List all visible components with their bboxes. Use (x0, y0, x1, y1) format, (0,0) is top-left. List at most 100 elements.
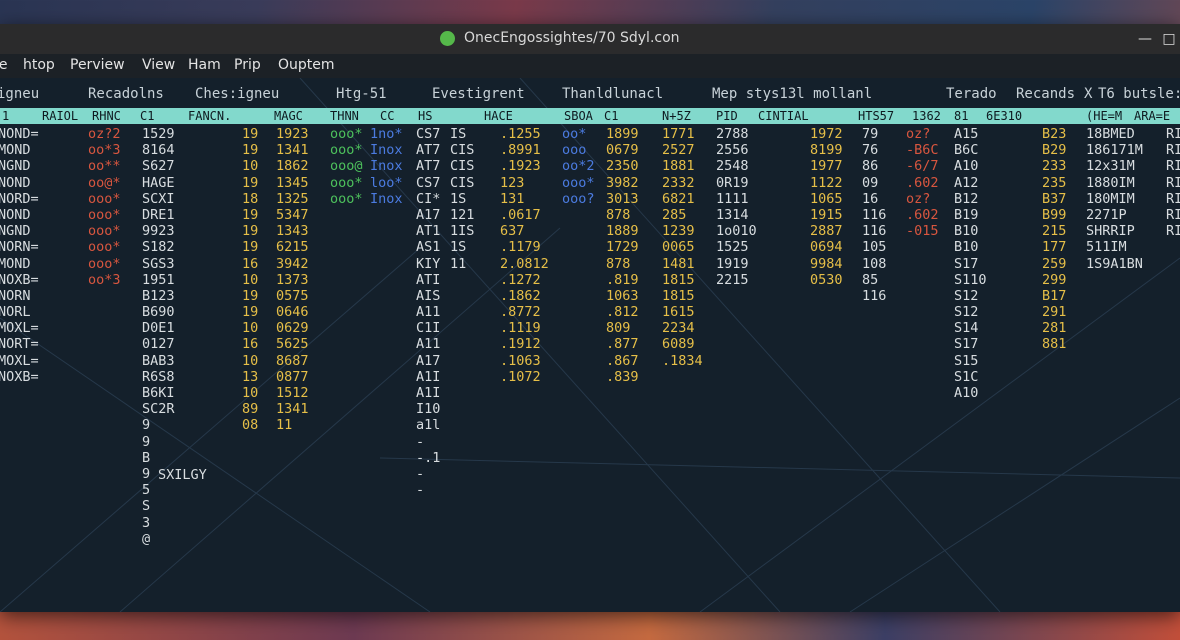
cell: 1889 (606, 223, 639, 240)
cell: NOXB= (0, 368, 39, 385)
cell: R6S8 (142, 368, 175, 385)
cell: C1I (416, 320, 441, 337)
column-header[interactable]: 81 (954, 109, 968, 123)
cell: 19 (242, 287, 259, 304)
cell: 1977 (810, 158, 843, 175)
cell: SHRRIP (1086, 223, 1135, 240)
column-header[interactable]: THNN (330, 109, 359, 123)
column-c1: 1899 0679 2350 3982 3013 878 1889 1729 878.819 10… (606, 126, 639, 385)
cell: B12 (954, 190, 979, 207)
column-header[interactable]: 1 (2, 109, 9, 123)
cell: .1923 (500, 158, 541, 175)
cell: 2788 (716, 126, 749, 142)
cell: 08 (242, 417, 259, 434)
minimize-icon[interactable]: — (1135, 29, 1155, 49)
column-header[interactable]: C1 (604, 109, 618, 123)
menu-htop[interactable]: htop (23, 57, 55, 73)
cell: 0127 (142, 336, 175, 353)
cell: A1I (416, 385, 441, 401)
cell: 5 (142, 482, 151, 499)
column-header[interactable]: RHNC (92, 109, 121, 123)
column-header[interactable]: 1362 (912, 109, 941, 123)
menu-prip[interactable]: Prip (234, 57, 261, 73)
cell: oz? (906, 190, 931, 207)
cell: .1072 (500, 368, 541, 385)
menu-perview[interactable]: Perview (70, 57, 125, 73)
cell: AIS (416, 287, 441, 304)
column-header[interactable]: N+5Z (662, 109, 691, 123)
menu-view[interactable]: View (142, 57, 175, 73)
cell: ooo (562, 142, 587, 159)
cell: .1179 (500, 239, 541, 256)
column-header[interactable]: (HE=M (1086, 109, 1122, 123)
cell: B (142, 449, 151, 466)
column-header[interactable]: ARA=E (1134, 109, 1170, 123)
column-cintial: 1972 8199 1977 1122 1065 1915 2887 0694 9984 0530 (810, 126, 843, 288)
column-header[interactable]: CINTIAL (758, 109, 809, 123)
column-header[interactable]: CC (380, 109, 394, 123)
cell: ooo* (88, 223, 121, 240)
menu-ham[interactable]: Ham (188, 57, 221, 73)
cell: B23 (1042, 126, 1067, 142)
terminal-view[interactable]: igneu Recadolns Ches:igneu Htg-51 Evesti… (0, 78, 1180, 612)
cell: CS7 (416, 174, 441, 191)
cell: 0065 (662, 239, 695, 256)
cell: 11 (276, 417, 293, 434)
cell: 1862 (276, 158, 309, 175)
column-header[interactable]: RAIOL (42, 109, 78, 123)
cell: 1919 (716, 255, 749, 272)
column-header[interactable]: HTS57 (858, 109, 894, 123)
cell: ooo* (88, 239, 121, 256)
cell: B690 (142, 304, 175, 321)
cell: .877 (606, 336, 639, 353)
cell: 281 (1042, 320, 1067, 337)
cell: 2350 (606, 158, 639, 175)
menu-file[interactable]: le (0, 57, 8, 73)
cell: CI* (416, 190, 441, 207)
column-header[interactable]: SBOA (564, 109, 593, 123)
column-load: .1255.8991.1923 123 131.0617 637.1179 2.0812… (500, 126, 549, 385)
column-header[interactable]: FANCN. (188, 109, 231, 123)
cell: ATI (416, 271, 441, 288)
cell: 1529 (142, 126, 175, 142)
column-flags: oz?2 oo*3 oo** oo@* ooo* ooo* ooo* ooo* ooo* oo*3 (88, 126, 121, 288)
column-header[interactable]: HACE (484, 109, 513, 123)
caption: T6 butsle: (1098, 86, 1180, 102)
cell: 79 (862, 126, 879, 142)
cell: 2548 (716, 158, 749, 175)
cell: RI (1166, 190, 1180, 207)
cell: 511IM (1086, 239, 1127, 256)
cell: 2332 (662, 174, 695, 191)
column-6e310: B23 B29 233 235 B37 B99 215 177 259 299 B17 291 281 8… (1042, 126, 1066, 353)
column-header[interactable]: PID (716, 109, 738, 123)
column-header[interactable]: C1 (140, 109, 154, 123)
cell: 2887 (810, 223, 843, 240)
cell: CS7 (416, 126, 441, 142)
cell: AT7 (416, 142, 441, 159)
column-hts57: 79 76 86 09 16 116 116 105 108 85 116 (862, 126, 886, 304)
app-icon (440, 31, 455, 46)
cell: CIS (450, 142, 475, 159)
column-header[interactable]: MAGC (274, 109, 303, 123)
column-header[interactable]: HS (418, 109, 432, 123)
cell: .8991 (500, 142, 541, 159)
column-pid: 2788 2556 2548 0R19 1111 1314 1o010 1525 1919 221… (716, 126, 757, 288)
cell: .1912 (500, 336, 541, 353)
menu-ouptem[interactable]: Ouptem (278, 57, 335, 73)
cell: -015 (906, 223, 939, 240)
cell: 9 (142, 417, 151, 434)
cell: A11 (416, 336, 441, 353)
cell: .1063 (500, 352, 541, 369)
cell: 6089 (662, 336, 695, 353)
cell: 13 (242, 368, 259, 385)
column-1362: oz? -B6C -6/7.602 oz? .602 -015 (906, 126, 939, 239)
cell: .602 (906, 206, 939, 223)
cell: 8164 (142, 142, 175, 159)
cell: 1S (450, 190, 467, 207)
cell: 6821 (662, 190, 695, 207)
cell: 1972 (810, 126, 843, 142)
column-header[interactable]: 6E310 (986, 109, 1022, 123)
cell: 16 (242, 255, 259, 272)
cell: 285 (662, 206, 687, 223)
maximize-icon[interactable]: □ (1159, 29, 1179, 49)
